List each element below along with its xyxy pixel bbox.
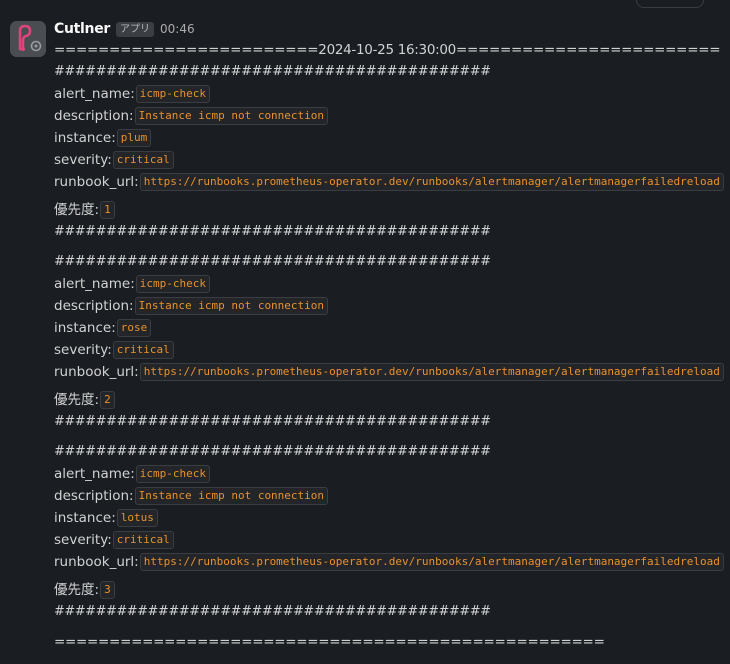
- severity-row: severity: critical: [54, 339, 724, 361]
- description-value: Instance icmp not connection: [134, 297, 329, 315]
- hash-divider: ########################################…: [54, 254, 491, 269]
- severity-row: severity: critical: [54, 529, 724, 551]
- description-row: description: Instance icmp not connectio…: [54, 295, 724, 317]
- description-label: description:: [54, 108, 134, 124]
- instance-label: instance:: [54, 510, 116, 526]
- hash-divider: ########################################…: [54, 224, 491, 239]
- instance-row: instance: lotus: [54, 507, 724, 529]
- description-row: description: Instance icmp not connectio…: [54, 105, 724, 127]
- runbook-label: runbook_url:: [54, 174, 139, 190]
- runbook-url-value[interactable]: https://runbooks.prometheus-operator.dev…: [139, 553, 724, 571]
- severity-value: critical: [112, 341, 174, 359]
- message-body: Cutlner アプリ 00:46 ======================…: [54, 19, 724, 653]
- bottom-separator: ========================================…: [54, 634, 605, 650]
- runbook-row: runbook_url: https://runbooks.prometheus…: [54, 361, 724, 383]
- runbook-label: runbook_url:: [54, 554, 139, 570]
- priority-label: 優先度:: [54, 392, 100, 408]
- severity-row: severity: critical: [54, 149, 724, 171]
- priority-value: 2: [100, 391, 115, 409]
- description-row: description: Instance icmp not connectio…: [54, 485, 724, 507]
- severity-label: severity:: [54, 532, 112, 548]
- instance-row: instance: rose: [54, 317, 724, 339]
- priority-row: 優先度: 3: [54, 579, 724, 601]
- app-badge: アプリ: [116, 21, 154, 37]
- alert-name-value: icmp-check: [135, 465, 210, 483]
- description-value: Instance icmp not connection: [134, 107, 329, 125]
- timestamp[interactable]: 00:46: [160, 22, 195, 36]
- alert-name-label: alert_name:: [54, 86, 135, 102]
- alertmanager-logo-icon: [10, 21, 46, 57]
- severity-value: critical: [112, 151, 174, 169]
- alert-name-row: alert_name: icmp-check: [54, 273, 724, 295]
- description-label: description:: [54, 488, 134, 504]
- runbook-label: runbook_url:: [54, 364, 139, 380]
- alert-name-row: alert_name: icmp-check: [54, 463, 724, 485]
- priority-label: 優先度:: [54, 202, 100, 218]
- sender-name[interactable]: Cutlner: [54, 21, 110, 37]
- hash-divider: ########################################…: [54, 444, 491, 459]
- instance-row: instance: plum: [54, 127, 724, 149]
- runbook-row: runbook_url: https://runbooks.prometheus…: [54, 171, 724, 193]
- instance-value: plum: [116, 129, 152, 147]
- priority-row: 優先度: 1: [54, 199, 724, 221]
- priority-row: 優先度: 2: [54, 389, 724, 411]
- hash-divider: ########################################…: [54, 604, 491, 619]
- priority-label: 優先度:: [54, 582, 100, 598]
- runbook-url-value[interactable]: https://runbooks.prometheus-operator.dev…: [139, 363, 724, 381]
- priority-value: 1: [100, 201, 115, 219]
- top-action-pill[interactable]: [636, 0, 704, 8]
- severity-label: severity:: [54, 152, 112, 168]
- alert-name-row: alert_name: icmp-check: [54, 83, 724, 105]
- instance-value: rose: [116, 319, 152, 337]
- instance-label: instance:: [54, 320, 116, 336]
- alert-name-label: alert_name:: [54, 276, 135, 292]
- description-value: Instance icmp not connection: [134, 487, 329, 505]
- message-header: Cutlner アプリ 00:46: [54, 19, 724, 39]
- hash-divider: ########################################…: [54, 414, 491, 429]
- hash-divider: ########################################…: [54, 64, 491, 79]
- instance-label: instance:: [54, 130, 116, 146]
- runbook-row: runbook_url: https://runbooks.prometheus…: [54, 551, 724, 573]
- description-label: description:: [54, 298, 134, 314]
- severity-value: critical: [112, 531, 174, 549]
- runbook-url-value[interactable]: https://runbooks.prometheus-operator.dev…: [139, 173, 724, 191]
- top-separator: ========================2024-10-25 16:30…: [54, 42, 721, 58]
- alert-name-value: icmp-check: [135, 85, 210, 103]
- alert-name-value: icmp-check: [135, 275, 210, 293]
- priority-value: 3: [100, 581, 115, 599]
- severity-label: severity:: [54, 342, 112, 358]
- instance-value: lotus: [116, 509, 158, 527]
- alert-name-label: alert_name:: [54, 466, 135, 482]
- bot-avatar[interactable]: [10, 21, 46, 57]
